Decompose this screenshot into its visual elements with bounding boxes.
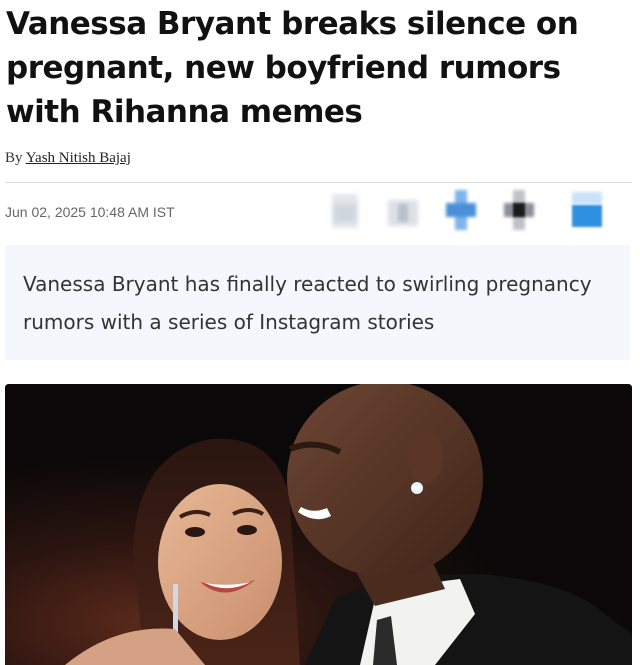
divider <box>5 182 632 183</box>
byline-prefix: By <box>5 150 23 166</box>
hero-photo <box>5 384 632 665</box>
share-button-1[interactable] <box>330 190 360 230</box>
share-button-4[interactable] <box>504 190 534 230</box>
share-button-5[interactable] <box>572 190 602 230</box>
hero-photo-illustration <box>5 384 632 665</box>
publish-timestamp: Jun 02, 2025 10:48 AM IST <box>5 204 175 220</box>
byline: By Yash Nitish Bajaj <box>5 150 131 167</box>
share-toolbar <box>330 190 610 230</box>
article-summary: Vanessa Bryant has finally reacted to sw… <box>23 272 592 334</box>
article-headline: Vanessa Bryant breaks silence on pregnan… <box>6 6 579 130</box>
share-button-3[interactable] <box>446 190 476 230</box>
share-button-2[interactable] <box>388 190 418 230</box>
author-link[interactable]: Yash Nitish Bajaj <box>26 150 131 166</box>
article-summary-box: Vanessa Bryant has finally reacted to sw… <box>5 245 630 360</box>
